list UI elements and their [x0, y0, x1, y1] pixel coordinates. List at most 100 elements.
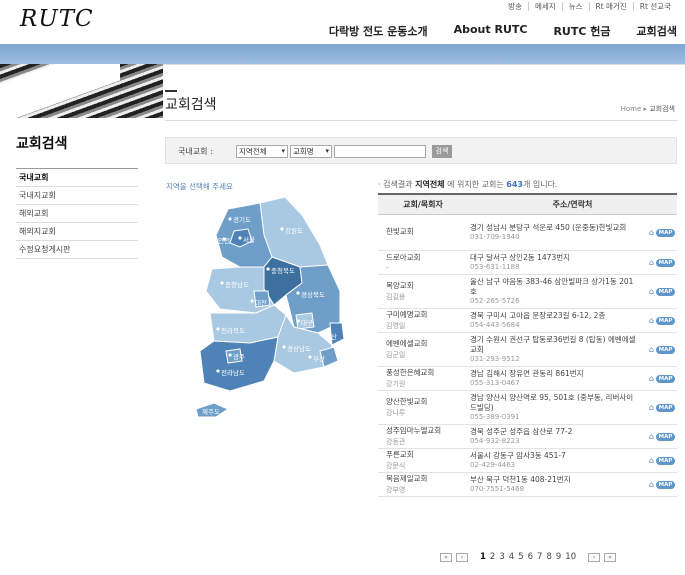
page-link-7[interactable]: 7	[537, 552, 542, 562]
church-name[interactable]: 에벤에셀교회	[386, 339, 427, 348]
church-name[interactable]: 복음제일교회	[386, 474, 427, 483]
label-incheon: 인천	[218, 236, 230, 245]
map-button[interactable]: MAP	[656, 403, 675, 412]
util-link-mission[interactable]: Rt 선교국	[632, 2, 677, 11]
church-phone: 031-709-1940	[470, 232, 520, 241]
home-icon[interactable]: ⌂	[646, 480, 654, 489]
label-daegu: 대구	[301, 319, 313, 327]
sidebar-item-overseas-branch[interactable]: 해외지교회	[16, 223, 138, 241]
sidebar-item-edit-request[interactable]: 수정요청게시판	[16, 241, 138, 259]
nav-item-offering[interactable]: RUTC 헌금	[553, 23, 610, 39]
address-cell: 경북 구미시 고아읍 문장로23길 6-12, 2층 054-443-5684	[468, 308, 641, 333]
map-button[interactable]: MAP	[656, 456, 675, 465]
church-cell: 복음제일교회 강부영	[378, 472, 468, 497]
prev-page-button[interactable]: ‹	[456, 552, 468, 562]
label-daejeon: 대전	[255, 298, 267, 307]
util-link-magazine[interactable]: Rt 매거진	[588, 2, 633, 11]
col-header-address: 주소/연락처	[468, 193, 677, 215]
church-cell: 드로아교회 -	[378, 250, 468, 275]
header-photo	[0, 64, 163, 118]
address-cell: 부산 북구 덕천1동 408-21번지 070-7551-5468	[468, 472, 641, 497]
search-label: 국내교회 :	[178, 147, 213, 156]
church-address: 경북 구미시 고아읍 문장로23길 6-12, 2층	[470, 310, 606, 320]
church-phone: 070-7551-5468	[470, 484, 525, 493]
search-button[interactable]: 검색	[432, 145, 452, 158]
home-icon[interactable]: ⌂	[646, 228, 654, 237]
map-button[interactable]: MAP	[656, 258, 675, 267]
page-link-5[interactable]: 5	[518, 552, 523, 562]
map-button[interactable]: MAP	[656, 432, 675, 441]
church-cell: 푸른교회강문식	[378, 448, 468, 473]
breadcrumb-home[interactable]: Home	[621, 105, 642, 113]
page-link-9[interactable]: 9	[556, 552, 561, 562]
address-cell: 경북 성주군 성주읍 삼산로 77-2 054-932-8223	[468, 424, 641, 449]
church-name[interactable]: 양산한빛교회	[386, 397, 427, 406]
results-table: 교회/목회자 주소/연락처 한빛교회 경기 성남시 분당구 석운로 450 (운중…	[378, 193, 677, 497]
home-icon[interactable]: ⌂	[646, 345, 654, 354]
home-icon[interactable]: ⌂	[646, 432, 654, 441]
korea-map-svg: 경기도 인천 서울 강원도 충청북도 충청남도 대전 경상북도 대구 전라북도 …	[195, 196, 345, 418]
home-icon[interactable]: ⌂	[646, 287, 654, 296]
church-name[interactable]: 한빛교회	[386, 227, 414, 236]
field-select[interactable]: 교회명	[290, 145, 332, 158]
next-page-button[interactable]: ›	[588, 552, 601, 562]
sidebar-item-domestic[interactable]: 국내교회	[16, 169, 138, 187]
label-gyeongnam: 경상남도	[287, 344, 311, 353]
church-phone: 052-265-5726	[470, 296, 520, 305]
map-button[interactable]: MAP	[656, 287, 675, 296]
nav-item-about[interactable]: About RUTC	[454, 23, 528, 39]
util-link-broadcast[interactable]: 방송	[502, 2, 528, 11]
table-row: 한빛교회 경기 성남시 분당구 석운로 450 (운중동)한빛교회 031-709-…	[378, 214, 677, 251]
church-name[interactable]: 드로아교회	[386, 253, 421, 262]
church-address: 부산 북구 덕천1동 408-21번지	[470, 474, 571, 484]
home-icon[interactable]: ⌂	[646, 258, 654, 267]
home-icon[interactable]: ⌂	[646, 374, 654, 383]
last-page-button[interactable]: »	[604, 552, 617, 562]
page-link-2[interactable]: 2	[490, 552, 495, 562]
church-name[interactable]: 풍성한은혜교회	[386, 368, 434, 377]
page-link-3[interactable]: 3	[499, 552, 504, 562]
church-address: 경남 김해시 장유면 관동리 861번지	[470, 368, 584, 378]
table-row: 에벤에셀교회 김군일 경기 수원시 권선구 탑동로36번길 8 (탑동) 에벤에셀교…	[378, 332, 677, 367]
church-name[interactable]: 성주임마누엘교회	[386, 426, 441, 435]
util-link-news[interactable]: 뉴스	[561, 2, 589, 11]
page-link-4[interactable]: 4	[509, 552, 514, 562]
map-button[interactable]: MAP	[656, 228, 675, 237]
church-cell: 에벤에셀교회 김군일	[378, 332, 468, 367]
map-button[interactable]: MAP	[656, 374, 675, 383]
page-link-6[interactable]: 6	[528, 552, 533, 562]
pastor-name: 강동관	[386, 438, 406, 446]
map-button[interactable]: MAP	[656, 480, 675, 489]
church-phone: 02-429-4463	[470, 460, 516, 469]
table-row: 양산한빛교회 강나루 경남 양산시 양산역로 95, 501호 (중부동, 리버사이…	[378, 390, 677, 425]
nav-item-church-search[interactable]: 교회검색	[637, 23, 677, 39]
pastor-name: 강문식	[386, 462, 406, 470]
church-name[interactable]: 목양교회	[386, 281, 414, 290]
home-icon[interactable]: ⌂	[646, 403, 654, 412]
church-cell: 성주임마누엘교회강동관	[378, 424, 468, 449]
nav-item-movement[interactable]: 다락방 전도 운동소개	[329, 23, 428, 39]
first-page-button[interactable]: «	[440, 552, 452, 562]
action-cell: ⌂ MAP	[641, 214, 677, 251]
sidebar-item-domestic-branch[interactable]: 국내지교회	[16, 187, 138, 205]
page-link-8[interactable]: 8	[546, 552, 551, 562]
church-cell: 한빛교회	[378, 214, 468, 251]
map-button[interactable]: MAP	[656, 316, 675, 325]
breadcrumb-current: 교회검색	[649, 105, 675, 113]
region-select[interactable]: 지역전체	[236, 145, 288, 158]
church-name[interactable]: 푸른교회	[386, 450, 414, 459]
home-icon[interactable]: ⌂	[646, 316, 654, 325]
site-logo[interactable]: RUTC	[20, 6, 94, 32]
label-gwangju: 광주	[233, 353, 245, 361]
page-link-1[interactable]: 1	[480, 552, 486, 562]
church-phone: 054-932-8223	[470, 436, 520, 445]
util-link-message[interactable]: 메세지	[527, 2, 562, 11]
page-link-10[interactable]: 10	[565, 552, 576, 562]
region-jeonnam[interactable]	[199, 336, 279, 392]
search-input[interactable]	[334, 145, 426, 158]
sidebar-item-overseas[interactable]: 해외교회	[16, 205, 138, 223]
home-icon[interactable]: ⌂	[646, 456, 654, 465]
church-name[interactable]: 구미예명교회	[386, 310, 427, 319]
map-button[interactable]: MAP	[656, 345, 675, 354]
table-row: 푸른교회 강문식 서울시 강동구 암사3동 451-7 02-429-4463 ⌂ MAP	[378, 448, 677, 473]
